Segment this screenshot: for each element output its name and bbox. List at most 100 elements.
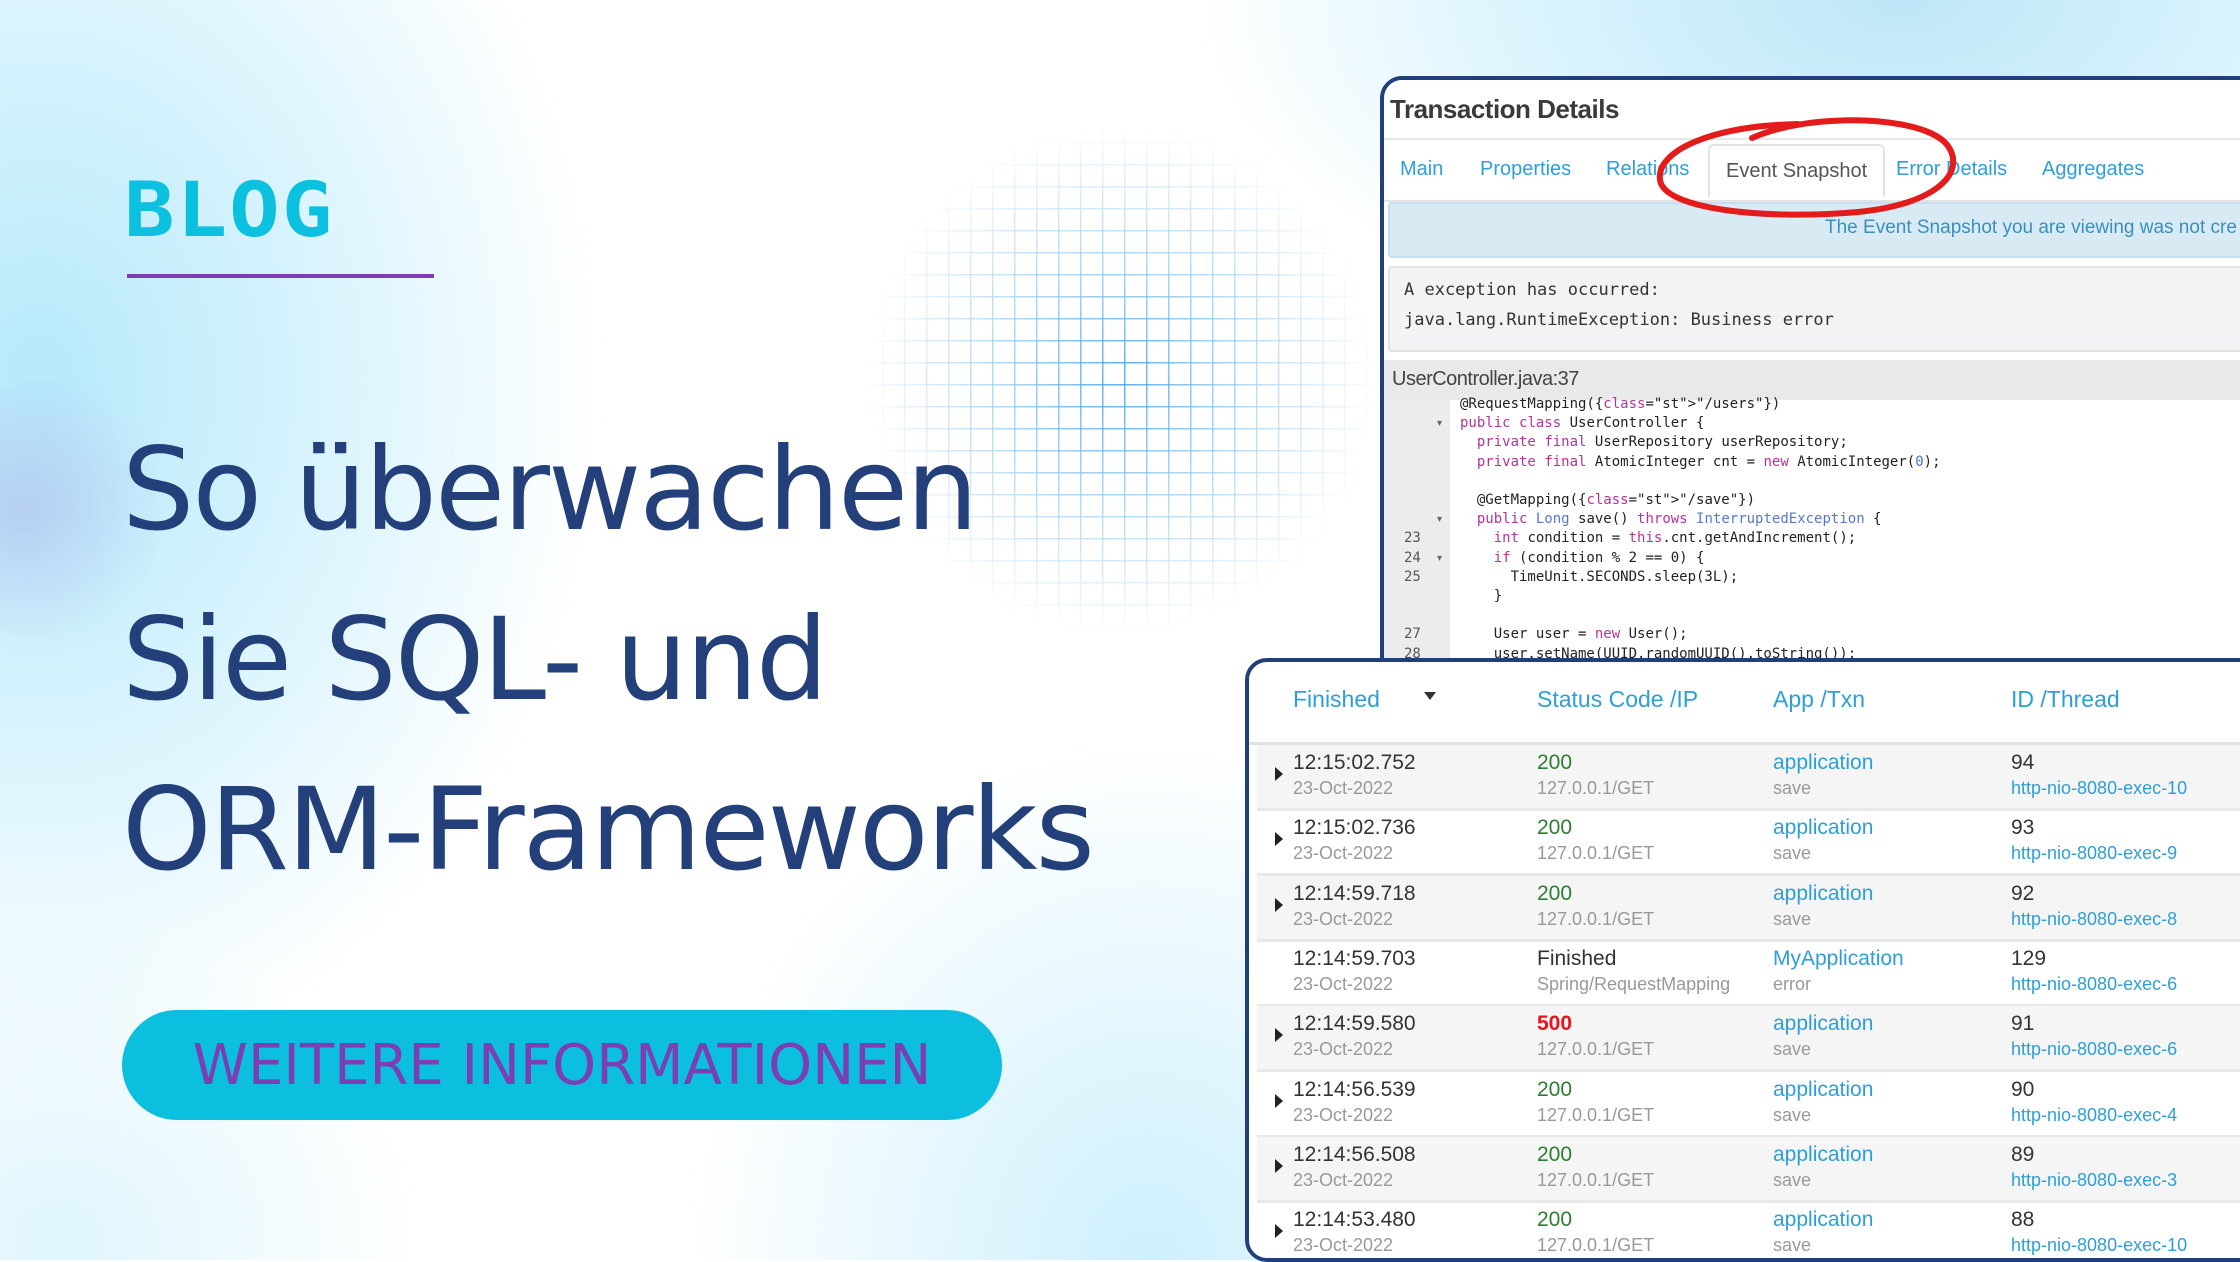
column-header-app[interactable]: App /Txn: [1773, 686, 1865, 713]
app-link[interactable]: application: [1773, 1143, 1873, 1167]
app-link[interactable]: application: [1773, 882, 1873, 906]
txn-name: save: [1773, 778, 1812, 798]
fold-toggle-icon[interactable]: ▾: [1437, 514, 1442, 525]
fold-toggle-icon[interactable]: ▾: [1437, 418, 1442, 429]
app-link[interactable]: MyApplication: [1773, 947, 1904, 971]
thread-link[interactable]: http-nio-8080-exec-8: [2011, 909, 2177, 930]
txn-name: save: [1773, 1235, 1812, 1256]
thread-link[interactable]: http-nio-8080-exec-9: [2011, 843, 2177, 864]
status-code: Finished: [1537, 946, 1617, 970]
transaction-id: 89: [2011, 1142, 2035, 1166]
ip-method: 127.0.0.1/GET: [1537, 778, 1655, 798]
transaction-details-panel: Transaction Details Main Properties Rela…: [1380, 76, 2240, 676]
transaction-id: 91: [2011, 1012, 2035, 1036]
finished-time: 12:14:59.718: [1293, 881, 1416, 905]
tab-bar: Main Properties Relations Event Snapshot…: [1384, 144, 2240, 202]
table-row[interactable]: 12:15:02.736 23-Oct-2022 200 127.0.0.1/GET a…: [1257, 810, 2240, 877]
code-line: }: [1460, 588, 1503, 604]
finished-time: 12:14:53.480: [1293, 1208, 1416, 1232]
info-banner-text: The Event Snapshot you are viewing was n…: [1825, 217, 2237, 238]
divider: [1384, 138, 2240, 140]
tab-properties[interactable]: Properties: [1480, 158, 1571, 181]
code-line: User user = new User();: [1460, 626, 1688, 643]
column-header-finished[interactable]: Finished: [1293, 686, 1380, 713]
code-line: TimeUnit.SECONDS.sleep(3L);: [1460, 568, 1739, 585]
thread-link[interactable]: http-nio-8080-exec-3: [2011, 1170, 2177, 1191]
table-row[interactable]: 12:15:02.752 23-Oct-2022 200 127.0.0.1/GET a…: [1257, 745, 2240, 811]
tab-aggregates[interactable]: Aggregates: [2042, 158, 2144, 181]
exception-line: A exception has occurred:: [1404, 280, 1660, 300]
expand-row-icon[interactable]: [1275, 767, 1283, 781]
source-header: UserController.java:37: [1384, 360, 2240, 400]
transaction-id: 90: [2011, 1077, 2035, 1101]
expand-row-icon[interactable]: [1275, 1224, 1283, 1239]
status-code: 200: [1537, 751, 1573, 774]
fold-toggle-icon[interactable]: ▾: [1437, 553, 1442, 564]
expand-row-icon[interactable]: [1275, 1093, 1283, 1108]
thread-link[interactable]: http-nio-8080-exec-4: [2011, 1105, 2177, 1126]
table-row[interactable]: 12:14:56.539 23-Oct-2022 200 127.0.0.1/GET a…: [1257, 1072, 2240, 1138]
app-link[interactable]: application: [1773, 1078, 1873, 1102]
table-row[interactable]: 12:14:59.718 23-Oct-2022 200 127.0.0.1/GET a…: [1257, 875, 2240, 942]
exception-line: java.lang.RuntimeException: Business err…: [1404, 310, 1834, 330]
tab-event-snapshot[interactable]: Event Snapshot: [1708, 144, 1886, 198]
finished-date: 23-Oct-2022: [1293, 843, 1394, 864]
ip-method: 127.0.0.1/GET: [1537, 1235, 1655, 1256]
headline-line: So überwachen: [122, 423, 978, 556]
ip-method: 127.0.0.1/GET: [1537, 1104, 1655, 1125]
code-viewer: @RequestMapping({class="st">"/users"}) pu…: [1384, 396, 2240, 672]
app-link[interactable]: application: [1773, 816, 1873, 840]
table-row[interactable]: 12:14:53.480 23-Oct-2022 200 127.0.0.1/GET a…: [1257, 1202, 2240, 1258]
status-code: 200: [1537, 881, 1573, 905]
ip-method: 127.0.0.1/GET: [1537, 1169, 1655, 1190]
txn-name: save: [1773, 1169, 1812, 1190]
finished-date: 23-Oct-2022: [1293, 908, 1394, 929]
txn-name: save: [1773, 1039, 1812, 1060]
sort-descending-icon[interactable]: [1424, 692, 1436, 700]
code-line: if (condition % 2 == 0) {: [1493, 549, 1705, 566]
expand-row-icon[interactable]: [1275, 897, 1283, 912]
line-number: 27: [1404, 626, 1421, 643]
finished-time: 12:15:02.736: [1293, 816, 1416, 840]
finished-date: 23-Oct-2022: [1293, 1104, 1394, 1125]
code-line: private final UserRepository userReposit…: [1476, 434, 1848, 451]
tab-error-details[interactable]: Error Details: [1896, 158, 2007, 181]
panel-title: Transaction Details: [1390, 94, 1619, 124]
line-number: 24: [1404, 549, 1421, 566]
headline-line: Sie SQL- und: [122, 593, 828, 726]
table-header: Finished Status Code /IP App /Txn ID /Th…: [1249, 662, 2240, 745]
expand-row-icon[interactable]: [1275, 1158, 1283, 1173]
table-row[interactable]: 12:14:56.508 23-Oct-2022 200 127.0.0.1/GET a…: [1257, 1136, 2240, 1203]
expand-row-icon[interactable]: [1275, 1028, 1283, 1043]
ip-method: Spring/RequestMapping: [1537, 973, 1731, 994]
more-info-button[interactable]: WEITERE INFORMATIONEN: [122, 1010, 1002, 1120]
table-row[interactable]: 12:14:59.580 23-Oct-2022 500 127.0.0.1/GET a…: [1257, 1006, 2240, 1073]
tab-relations[interactable]: Relations: [1606, 158, 1689, 181]
column-header-status[interactable]: Status Code /IP: [1537, 686, 1698, 713]
info-banner: The Event Snapshot you are viewing was n…: [1388, 202, 2240, 258]
finished-time: 12:14:59.580: [1293, 1012, 1416, 1036]
thread-link[interactable]: http-nio-8080-exec-10: [2011, 1235, 2187, 1256]
exception-box: A exception has occurred: java.lang.Runt…: [1388, 266, 2240, 352]
app-link[interactable]: application: [1773, 1208, 1873, 1232]
thread-link[interactable]: http-nio-8080-exec-6: [2011, 1039, 2177, 1060]
expand-row-icon[interactable]: [1275, 832, 1283, 847]
status-code: 200: [1537, 1208, 1573, 1232]
tab-main[interactable]: Main: [1400, 158, 1443, 181]
app-link[interactable]: application: [1773, 751, 1873, 775]
finished-date: 23-Oct-2022: [1293, 778, 1394, 798]
status-code: 200: [1537, 1077, 1573, 1101]
transaction-id: 92: [2011, 881, 2035, 905]
finished-date: 23-Oct-2022: [1293, 973, 1394, 994]
column-header-id[interactable]: ID /Thread: [2011, 686, 2120, 713]
table-row[interactable]: 12:14:59.703 23-Oct-2022 Finished Spring/Re…: [1257, 941, 2240, 1007]
thread-link[interactable]: http-nio-8080-exec-10: [2011, 778, 2187, 799]
app-link[interactable]: application: [1773, 1012, 1873, 1036]
status-code: 200: [1537, 816, 1573, 840]
transaction-id: 88: [2011, 1208, 2035, 1232]
transactions-table-panel: Finished Status Code /IP App /Txn ID /Th…: [1245, 658, 2240, 1262]
finished-date: 23-Oct-2022: [1293, 1235, 1394, 1256]
transaction-id: 94: [2011, 751, 2035, 774]
thread-link[interactable]: http-nio-8080-exec-6: [2011, 974, 2177, 995]
code-line: @GetMapping({class="st">"/save"}): [1460, 492, 1756, 508]
